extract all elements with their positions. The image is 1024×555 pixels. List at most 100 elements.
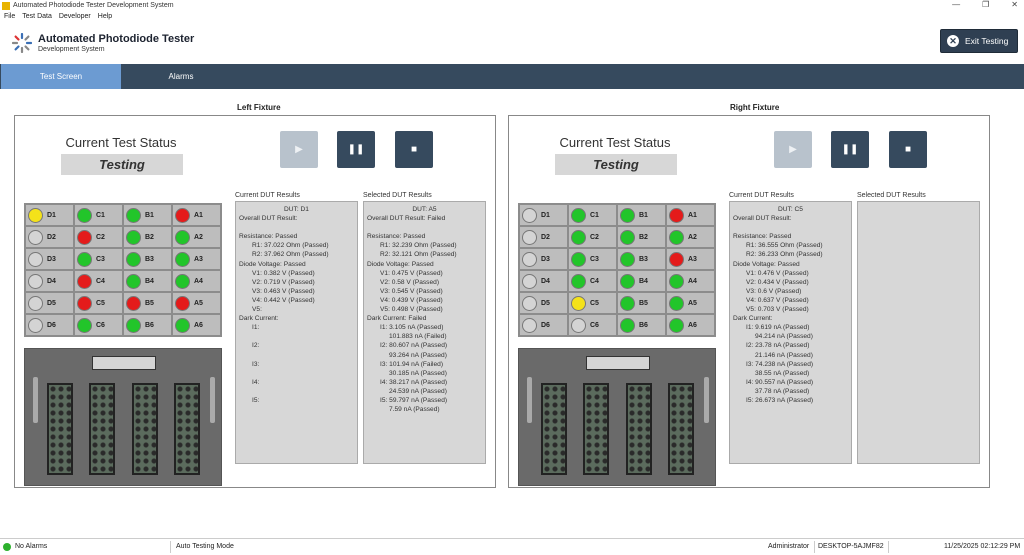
dut-cell-d4[interactable]: D4 [26, 271, 73, 291]
tab-alarms[interactable]: Alarms [121, 64, 241, 89]
user-name: Administrator [768, 543, 810, 550]
result-line: V3: 0.545 V (Passed) [380, 287, 443, 295]
dut-cell-c6[interactable]: C6 [569, 315, 616, 335]
pause-button[interactable]: ❚❚ [337, 131, 375, 168]
tab-test-screen[interactable]: Test Screen [1, 64, 121, 89]
dut-label: A4 [688, 277, 697, 285]
dut-cell-d2[interactable]: D2 [26, 227, 73, 247]
result-line: V2: 0.58 V (Passed) [380, 278, 440, 286]
dut-cell-d3[interactable]: D3 [26, 249, 73, 269]
dut-cell-b3[interactable]: B3 [124, 249, 171, 269]
dut-cell-d5[interactable]: D5 [26, 293, 73, 313]
result-line: Diode Voltage: Passed [733, 260, 800, 268]
maximize-button[interactable]: ❐ [982, 0, 989, 9]
dut-cell-c2[interactable]: C2 [569, 227, 616, 247]
pause-button[interactable]: ❚❚ [831, 131, 869, 168]
dut-cell-c1[interactable]: C1 [569, 205, 616, 225]
dut-status-indicator [28, 295, 43, 311]
dut-cell-d6[interactable]: D6 [26, 315, 73, 335]
dut-cell-b2[interactable]: B2 [124, 227, 171, 247]
stop-button[interactable]: ■ [889, 131, 927, 168]
result-line: I3: 101.94 nA (Failed) [380, 360, 444, 368]
dut-cell-c2[interactable]: C2 [75, 227, 122, 247]
menu-file[interactable]: File [4, 13, 15, 20]
close-button[interactable]: ✕ [1011, 0, 1018, 9]
dut-cell-a2[interactable]: A2 [667, 227, 714, 247]
dut-cell-d4[interactable]: D4 [520, 271, 567, 291]
result-line: Diode Voltage: Passed [367, 260, 434, 268]
app-logo-icon [12, 33, 32, 53]
dut-cell-c3[interactable]: C3 [569, 249, 616, 269]
stop-button[interactable]: ■ [395, 131, 433, 168]
dut-cell-a4[interactable]: A4 [173, 271, 220, 291]
dut-cell-d1[interactable]: D1 [26, 205, 73, 225]
dut-cell-d1[interactable]: D1 [520, 205, 567, 225]
dut-cell-a1[interactable]: A1 [667, 205, 714, 225]
dut-label: C2 [96, 233, 105, 241]
dut-cell-c1[interactable]: C1 [75, 205, 122, 225]
dut-cell-c3[interactable]: C3 [75, 249, 122, 269]
dut-cell-b1[interactable]: B1 [124, 205, 171, 225]
result-line: Overall DUT Result: Failed [367, 215, 446, 223]
result-line: I5: 59.797 nA (Passed) [380, 396, 448, 404]
dut-cell-c5[interactable]: C5 [75, 293, 122, 313]
dut-cell-d6[interactable]: D6 [520, 315, 567, 335]
menu-test-data[interactable]: Test Data [22, 13, 52, 20]
dut-cell-a5[interactable]: A5 [667, 293, 714, 313]
dut-cell-a4[interactable]: A4 [667, 271, 714, 291]
alarm-status-icon [3, 543, 11, 551]
result-line: V5: 0.703 V (Passed) [746, 306, 809, 314]
dut-label: B1 [639, 211, 648, 219]
dut-cell-c6[interactable]: C6 [75, 315, 122, 335]
dut-status-indicator [77, 273, 92, 289]
result-line: 38.55 nA (Passed) [755, 369, 810, 377]
app-icon [2, 1, 10, 10]
dut-cell-a3[interactable]: A3 [173, 249, 220, 269]
dut-cell-a1[interactable]: A1 [173, 205, 220, 225]
menu-help[interactable]: Help [98, 13, 112, 20]
play-button[interactable]: ▶ [774, 131, 812, 168]
dut-status-indicator [77, 295, 92, 311]
result-line: 93.264 nA (Passed) [389, 351, 447, 359]
dut-cell-b3[interactable]: B3 [618, 249, 665, 269]
result-line: I3: [252, 360, 260, 368]
dut-cell-a2[interactable]: A2 [173, 227, 220, 247]
menu-bar: File Test Data Developer Help [0, 11, 112, 22]
dut-cell-b6[interactable]: B6 [618, 315, 665, 335]
result-line: I1: 3.105 nA (Passed) [380, 324, 444, 332]
exit-testing-button[interactable]: ✕ Exit Testing [940, 29, 1018, 53]
dut-cell-d3[interactable]: D3 [520, 249, 567, 269]
dut-label: B2 [639, 233, 648, 241]
minimize-button[interactable]: — [952, 0, 960, 9]
dut-cell-a6[interactable]: A6 [173, 315, 220, 335]
current-dut-results-box: DUT: D1 Overall DUT Result: Resistance: P… [235, 201, 358, 464]
menu-developer[interactable]: Developer [59, 13, 91, 20]
dut-cell-c5[interactable]: C5 [569, 293, 616, 313]
socket-card [89, 383, 115, 475]
app-title: Automated Photodiode Tester [38, 33, 195, 45]
dut-cell-b4[interactable]: B4 [618, 271, 665, 291]
dut-cell-a3[interactable]: A3 [667, 249, 714, 269]
result-line [239, 387, 354, 396]
dut-label: C5 [590, 299, 599, 307]
test-status-value: Testing [61, 154, 183, 175]
dut-label: B4 [639, 277, 648, 285]
dut-cell-a6[interactable]: A6 [667, 315, 714, 335]
dut-cell-d5[interactable]: D5 [520, 293, 567, 313]
result-line: Dark Current: [239, 315, 279, 323]
socket-card [583, 383, 609, 475]
play-button[interactable]: ▶ [280, 131, 318, 168]
dut-cell-b5[interactable]: B5 [618, 293, 665, 313]
result-line: 30.185 nA (Passed) [389, 369, 447, 377]
dut-cell-b6[interactable]: B6 [124, 315, 171, 335]
dut-label: C6 [96, 321, 105, 329]
dut-cell-c4[interactable]: C4 [569, 271, 616, 291]
dut-cell-b2[interactable]: B2 [618, 227, 665, 247]
dut-cell-b4[interactable]: B4 [124, 271, 171, 291]
dut-cell-b1[interactable]: B1 [618, 205, 665, 225]
dut-cell-c4[interactable]: C4 [75, 271, 122, 291]
dut-cell-a5[interactable]: A5 [173, 293, 220, 313]
dut-cell-d2[interactable]: D2 [520, 227, 567, 247]
dut-label: A3 [688, 255, 697, 263]
dut-cell-b5[interactable]: B5 [124, 293, 171, 313]
